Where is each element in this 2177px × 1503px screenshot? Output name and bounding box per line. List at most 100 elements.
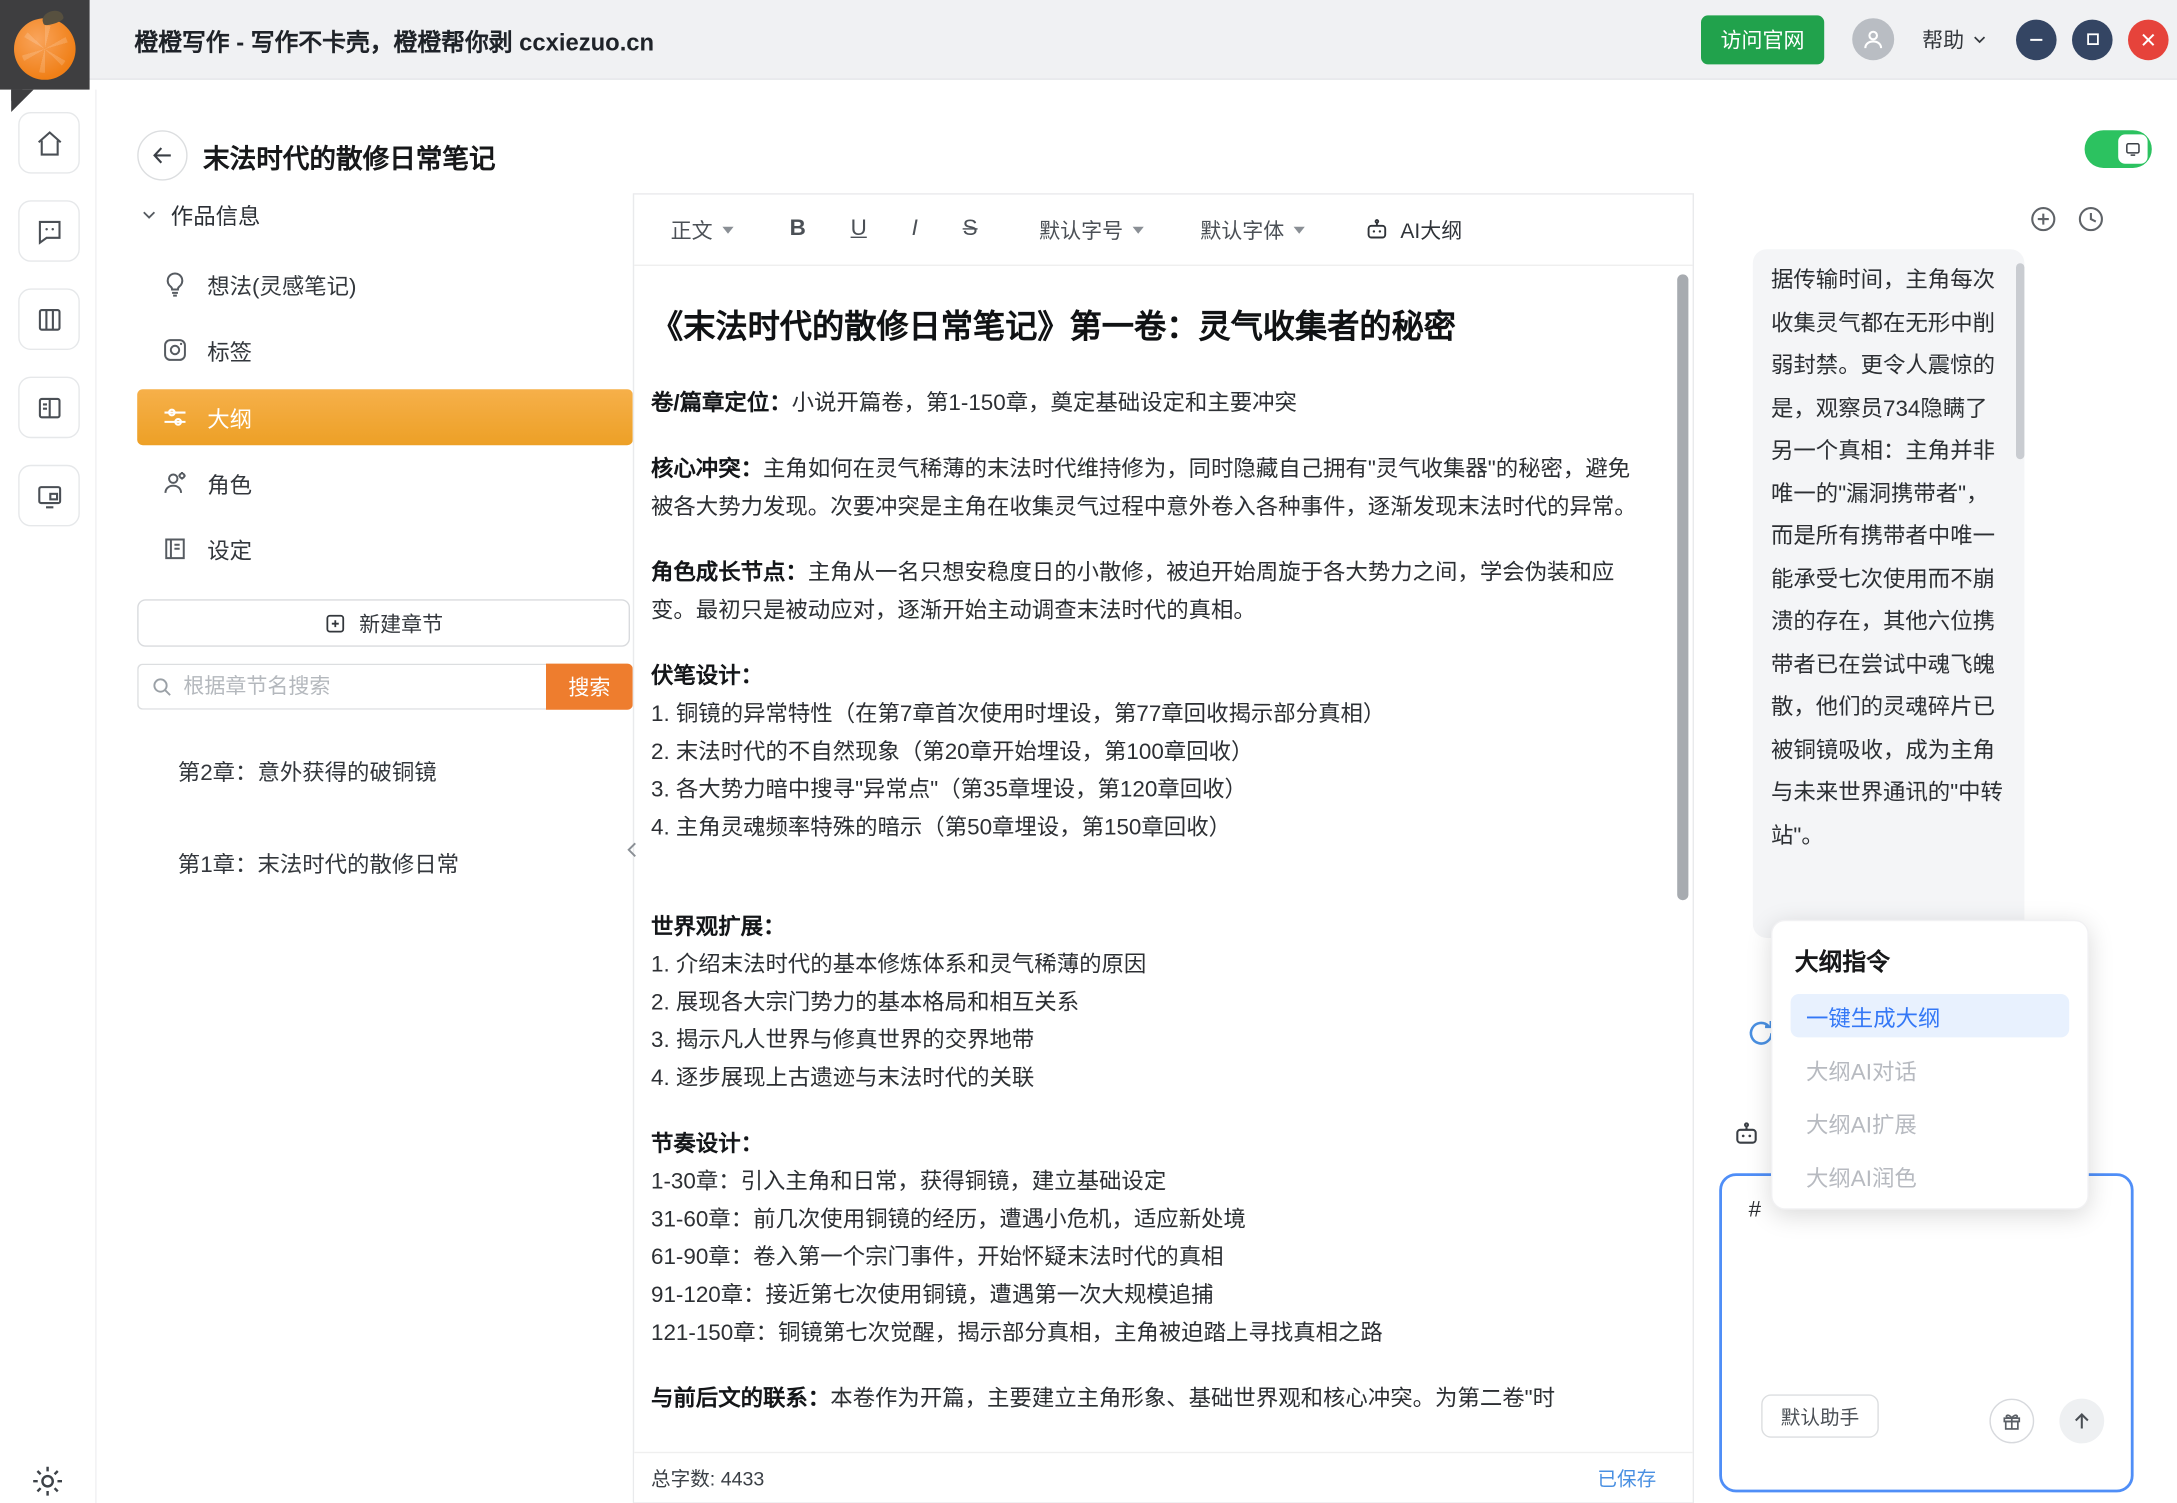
arrow-left-icon bbox=[150, 143, 175, 168]
back-button[interactable] bbox=[137, 130, 187, 180]
tag-icon bbox=[161, 336, 189, 364]
doc-heading: 《末法时代的散修日常笔记》第一卷：灵气收集者的秘密 bbox=[651, 304, 1645, 349]
editor-statusbar: 总字数: 4433 已保存 bbox=[634, 1452, 1692, 1502]
underline-button[interactable]: U bbox=[851, 217, 867, 242]
menu-item-generate-outline[interactable]: 一键生成大纲 bbox=[1791, 994, 2070, 1037]
doc-paragraph: 世界观扩展： 1. 介绍末法时代的基本修炼体系和灵气稀薄的原因 2. 展现各大宗… bbox=[651, 909, 1645, 1098]
character-icon bbox=[161, 469, 189, 497]
help-label: 帮助 bbox=[1922, 25, 1964, 54]
maximize-button[interactable] bbox=[2072, 19, 2113, 60]
menu-item-outline-expand[interactable]: 大纲AI扩展 bbox=[1791, 1100, 2070, 1143]
preview-toggle[interactable] bbox=[2085, 130, 2152, 168]
history-clock-icon bbox=[2076, 204, 2105, 233]
search-icon bbox=[150, 675, 174, 699]
menu-item-outline-chat[interactable]: 大纲AI对话 bbox=[1791, 1047, 2070, 1090]
toggle-knob-icon bbox=[2118, 134, 2147, 163]
font-family-label: 默认字体 bbox=[1200, 215, 1284, 244]
collapse-panel-handle[interactable] bbox=[622, 832, 644, 868]
project-title: 末法时代的散修日常笔记 bbox=[203, 139, 496, 177]
search-button[interactable]: 搜索 bbox=[546, 664, 633, 710]
font-size-select[interactable]: 默认字号 bbox=[1039, 215, 1144, 244]
sidebar-item-label: 标签 bbox=[207, 333, 252, 367]
close-button[interactable] bbox=[2128, 19, 2169, 60]
home-button[interactable] bbox=[18, 112, 80, 174]
ai-input-area: # 默认助手 bbox=[1719, 1173, 2133, 1492]
paragraph-style-select[interactable]: 正文 bbox=[671, 215, 734, 244]
italic-button[interactable]: I bbox=[912, 217, 918, 242]
new-chat-button[interactable] bbox=[2029, 204, 2058, 233]
word-count: 总字数: 4433 bbox=[651, 1464, 764, 1492]
chevron-left-icon bbox=[623, 836, 643, 864]
chapter-list-item[interactable]: 第1章：末法时代的散修日常 bbox=[178, 843, 459, 882]
bold-button[interactable]: B bbox=[790, 217, 806, 242]
lightbulb-icon bbox=[161, 270, 189, 298]
messages-button[interactable] bbox=[18, 200, 80, 262]
sidebar-item-label: 角色 bbox=[207, 466, 252, 500]
user-icon bbox=[1861, 27, 1886, 52]
section-label: 作品信息 bbox=[171, 197, 261, 231]
sidebar-item-tags[interactable]: 标签 bbox=[137, 322, 633, 378]
doc-paragraph: 卷/篇章定位：小说开篇卷，第1-150章，奠定基础设定和主要冲突 bbox=[651, 385, 1645, 423]
assistant-selector-button[interactable]: 默认助手 bbox=[1761, 1394, 1879, 1437]
font-size-label: 默认字号 bbox=[1039, 215, 1123, 244]
ai-outline-button[interactable]: AI大纲 bbox=[1364, 215, 1462, 244]
library-button[interactable] bbox=[18, 288, 80, 350]
messages-icon bbox=[34, 216, 63, 245]
doc-paragraph: 伏笔设计： 1. 铜镜的异常特性（在第7章首次使用时埋设，第77章回收揭示部分真… bbox=[651, 658, 1645, 847]
editor-toolbar: 正文 B U I S 默认字号 默认字体 AI大纲 bbox=[634, 195, 1692, 266]
new-chapter-button[interactable]: 新建章节 bbox=[137, 599, 630, 647]
doc-paragraph: 与前后文的联系：本卷作为开篇，主要建立主角形象、基础世界观和核心冲突。为第二卷"… bbox=[651, 1380, 1645, 1418]
sidebar-item-settings[interactable]: 设定 bbox=[137, 521, 633, 577]
arrow-up-icon bbox=[2071, 1410, 2093, 1432]
history-button[interactable] bbox=[2076, 204, 2105, 233]
chapter-search: 搜索 bbox=[137, 664, 633, 710]
paragraph-style-label: 正文 bbox=[671, 215, 713, 244]
chevron-down-icon bbox=[1133, 226, 1144, 233]
sidebar-item-label: 设定 bbox=[207, 532, 252, 566]
robot-icon bbox=[1364, 216, 1391, 243]
ai-response-text: 据传输时间，主角每次收集灵气都在无形中削弱封禁。更令人震惊的是，观察员734隐瞒… bbox=[1753, 249, 2025, 938]
user-avatar[interactable] bbox=[1852, 18, 1894, 60]
maximize-icon bbox=[2084, 31, 2101, 48]
settings-book-icon bbox=[161, 535, 189, 563]
app-title: 橙橙写作 - 写作不卡壳，橙橙帮你剥 ccxiezuo.cn bbox=[134, 22, 654, 57]
outline-sliders-icon bbox=[161, 403, 189, 431]
sidebar-item-label: 想法(灵感笔记) bbox=[207, 267, 356, 301]
home-icon bbox=[34, 128, 63, 157]
chapter-search-input[interactable] bbox=[137, 664, 546, 710]
workspace-button[interactable] bbox=[18, 465, 80, 527]
left-icon-rail bbox=[0, 90, 97, 1503]
sidebar-item-outline[interactable]: 大纲 bbox=[137, 389, 633, 445]
minimize-button[interactable] bbox=[2016, 19, 2057, 60]
strikethrough-button[interactable]: S bbox=[963, 217, 978, 242]
gift-icon bbox=[2001, 1410, 2023, 1432]
menu-item-outline-polish[interactable]: 大纲AI润色 bbox=[1791, 1154, 2070, 1197]
help-menu[interactable]: 帮助 bbox=[1922, 25, 1988, 54]
outline-command-popup: 大纲指令 一键生成大纲 大纲AI对话 大纲AI扩展 大纲AI润色 bbox=[1771, 920, 2089, 1210]
doc-paragraph: 角色成长节点：主角从一名只想安稳度日的小散修，被迫开始周旋于各大势力之间，学会伪… bbox=[651, 554, 1645, 630]
chevron-down-icon bbox=[140, 205, 158, 223]
save-status: 已保存 bbox=[1597, 1464, 1656, 1492]
visit-site-button[interactable]: 访问官网 bbox=[1701, 15, 1824, 64]
font-family-select[interactable]: 默认字体 bbox=[1200, 215, 1305, 244]
document-editor[interactable]: 《末法时代的散修日常笔记》第一卷：灵气收集者的秘密 卷/篇章定位：小说开篇卷，第… bbox=[634, 265, 1692, 1454]
project-panel: 末法时代的散修日常笔记 作品信息 想法(灵感笔记) 标签 大纲 角色 设定 新建… bbox=[95, 78, 633, 1503]
settings-button[interactable] bbox=[29, 1463, 65, 1499]
add-square-icon bbox=[324, 611, 348, 635]
orange-logo-icon bbox=[14, 18, 76, 80]
sidebar-item-characters[interactable]: 角色 bbox=[137, 455, 633, 511]
ai-prompt-input[interactable]: # bbox=[1746, 1196, 2032, 1370]
workspace-icon bbox=[34, 481, 63, 510]
ai-panel-scrollbar[interactable] bbox=[2016, 263, 2024, 459]
app-logo bbox=[0, 0, 90, 90]
send-button[interactable] bbox=[2059, 1399, 2104, 1444]
editor-scrollbar[interactable] bbox=[1677, 274, 1688, 900]
sidebar-item-ideas[interactable]: 想法(灵感笔记) bbox=[137, 256, 633, 312]
chevron-down-icon bbox=[722, 226, 733, 233]
reader-button[interactable] bbox=[18, 377, 80, 439]
popup-title: 大纲指令 bbox=[1795, 942, 2069, 977]
chapter-list-item[interactable]: 第2章：意外获得的破铜镜 bbox=[178, 750, 437, 789]
section-work-info[interactable]: 作品信息 bbox=[140, 197, 260, 231]
chevron-down-icon bbox=[1971, 31, 1988, 48]
extra-action-button[interactable] bbox=[1989, 1399, 2034, 1444]
